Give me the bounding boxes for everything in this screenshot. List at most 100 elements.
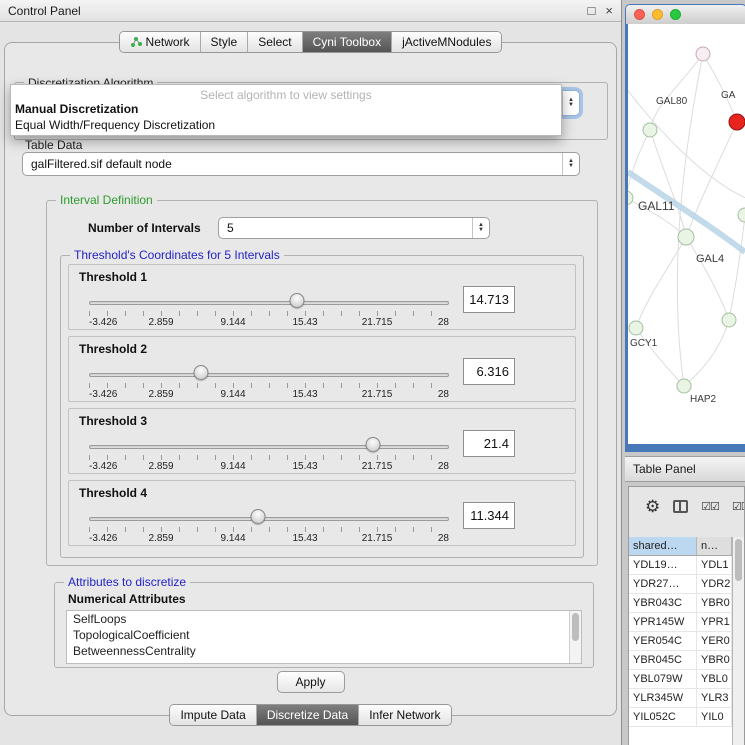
threshold-4-slider[interactable]: -3.4262.8599.14415.4321.71528 [89,505,449,545]
table-header-row: shared… n… [629,537,732,556]
scale-label: -3.426 [89,461,117,472]
tab-style[interactable]: Style [200,32,248,52]
top-tab-group: Network Style Select Cyni Toolbox jActiv… [119,31,503,53]
threshold-1-value-field[interactable]: 14.713 [463,286,515,313]
threshold-4-value-field[interactable]: 11.344 [463,502,515,529]
scale-label: 15.43 [292,533,317,544]
attribute-item[interactable]: SelfLoops [67,611,581,627]
table-panel-window: ⚙ ☑☑ ☑☑ shared… n… YDL19…YDL1YDR27…YDR2Y… [628,486,745,745]
threshold-2-value-field[interactable]: 6.316 [463,358,515,385]
close-icon[interactable]: × [605,4,613,17]
tab-discretize-data[interactable]: Discretize Data [256,705,358,725]
table-row[interactable]: YDL19…YDL1 [629,556,732,575]
select-all-checks-icon[interactable]: ☑☑ [701,500,719,513]
zoom-traffic-light-icon[interactable] [670,9,681,20]
dropdown-item-manual-discretization[interactable]: Manual Discretization [11,101,561,117]
thresholds-legend: Threshold's Coordinates for 5 Intervals [70,248,284,262]
minimize-traffic-light-icon[interactable] [652,9,663,20]
table-cell: YBL0 [697,670,732,688]
slider-ticks [89,383,449,388]
dropdown-placeholder: Select algorithm to view settings [11,85,561,101]
network-node[interactable] [628,191,633,205]
scale-label: 28 [438,461,449,472]
tab-network[interactable]: Network [120,32,200,52]
tab-select[interactable]: Select [247,32,301,52]
scale-label: 2.859 [148,533,173,544]
gear-icon[interactable]: ⚙ [645,498,660,515]
table-cell: YLR3 [697,689,732,707]
table-row[interactable]: YIL052CYIL0 [629,708,732,727]
network-node-hap2[interactable] [677,379,691,393]
network-node[interactable] [696,47,710,61]
apply-button[interactable]: Apply [276,671,344,693]
network-node[interactable] [722,313,736,327]
threshold-1-label: Threshold 1 [79,270,147,284]
scale-label: 21.715 [362,317,393,328]
network-node-gcy1[interactable] [629,321,643,335]
list-scrollbar[interactable] [569,611,581,663]
network-canvas[interactable]: GAL80 GA GAL11 GAL4 GCY1 HAP2 [628,24,745,444]
node-label: GCY1 [630,338,658,349]
threshold-2-slider-thumb[interactable] [193,365,208,380]
table-cell: YDL1 [697,556,732,574]
selected-red-node[interactable] [729,114,745,130]
node-table: shared… n… YDL19…YDL1YDR27…YDR2YBR043CYB… [629,537,732,745]
table-cell: YER054C [629,632,697,650]
column-header-shared-name[interactable]: shared… [629,537,697,555]
close-traffic-light-icon[interactable] [634,9,645,20]
threshold-2-slider[interactable]: -3.4262.8599.14415.4321.71528 [89,361,449,401]
numerical-attributes-list[interactable]: SelfLoopsTopologicalCoefficientBetweenne… [66,610,582,664]
table-row[interactable]: YBR043CYBR0 [629,594,732,613]
select-none-checks-icon[interactable]: ☑☑ [732,500,744,513]
network-node[interactable] [643,123,657,137]
threshold-3-slider[interactable]: -3.4262.8599.14415.4321.71528 [89,433,449,473]
number-of-intervals-combobox[interactable]: 5 ▲ ▼ [218,217,490,239]
tab-impute-data[interactable]: Impute Data [170,705,255,725]
attribute-item[interactable]: BetweennessCentrality [67,643,581,659]
scale-label: 28 [438,317,449,328]
table-scrollbar[interactable] [732,537,744,745]
tab-infer-network[interactable]: Infer Network [358,705,450,725]
table-row[interactable]: YBL079WYBL0 [629,670,732,689]
scale-label: 15.43 [292,317,317,328]
slider-scale: -3.4262.8599.14415.4321.71528 [89,317,449,329]
threshold-1-slider-thumb[interactable] [289,293,304,308]
combo-stepper-icon: ▲ ▼ [472,218,489,238]
table-row[interactable]: YPR145WYPR1 [629,613,732,632]
slider-scale: -3.4262.8599.14415.4321.71528 [89,533,449,545]
threshold-2-label: Threshold 2 [79,342,147,356]
scale-label: 9.144 [220,461,245,472]
table-data-combobox[interactable]: galFiltered.sif default node ▲ ▼ [22,152,580,176]
screen: Control Panel □ × [0,0,745,745]
network-node-gal4[interactable] [678,229,694,245]
table-row[interactable]: YDR27…YDR2 [629,575,732,594]
float-window-icon[interactable]: □ [588,4,596,17]
table-panel-titlebar: Table Panel [625,456,745,482]
threshold-3-slider-thumb[interactable] [366,437,381,452]
table-rows: YDL19…YDL1YDR27…YDR2YBR043CYBR0YPR145WYP… [629,556,732,727]
attributes-to-discretize-legend: Attributes to discretize [64,575,190,589]
tab-cyni-toolbox[interactable]: Cyni Toolbox [302,32,391,52]
threshold-3-label: Threshold 3 [79,414,147,428]
table-row[interactable]: YBR045CYBR0 [629,651,732,670]
table-cell: YPR145W [629,613,697,631]
scale-label: 9.144 [220,533,245,544]
tab-jactivemnodules[interactable]: jActiveMNodules [391,32,501,52]
node-label-partial: GA [721,90,736,101]
threshold-3-value-field[interactable]: 21.4 [463,430,515,457]
threshold-4-slider-thumb[interactable] [251,509,266,524]
scrollbar-thumb[interactable] [735,539,742,581]
combo-value: 5 [227,221,234,235]
table-row[interactable]: YER054CYER0 [629,632,732,651]
network-node[interactable] [738,208,745,222]
slider-track [89,373,449,377]
table-row[interactable]: YLR345WYLR3 [629,689,732,708]
threshold-1-slider[interactable]: -3.4262.8599.14415.4321.71528 [89,289,449,329]
columns-icon[interactable] [673,500,688,513]
dropdown-item-equal-width-frequency[interactable]: Equal Width/Frequency Discretization [11,117,561,133]
combo-value: galFiltered.sif default node [31,157,172,171]
table-cell: YDL19… [629,556,697,574]
attribute-item[interactable]: TopologicalCoefficient [67,627,581,643]
scrollbar-thumb[interactable] [572,613,579,641]
column-header-name[interactable]: n… [697,537,732,555]
